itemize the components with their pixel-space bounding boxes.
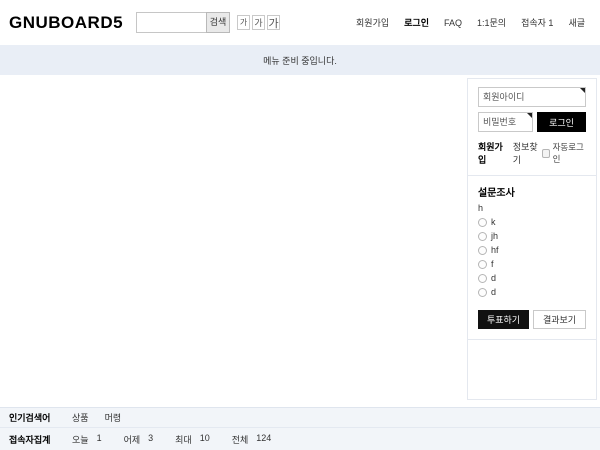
poll-question: h (478, 203, 586, 213)
popular-keyword-link[interactable]: 머령 (105, 411, 122, 424)
font-size-small-button[interactable]: 가 (237, 15, 250, 30)
search-input[interactable] (136, 12, 206, 33)
poll-option[interactable]: f (478, 259, 586, 269)
auto-login-group: 자동로그인 (542, 141, 586, 165)
stat-name: 오늘 (72, 433, 89, 446)
radio-icon[interactable] (478, 260, 487, 269)
member-id-input[interactable] (478, 87, 586, 107)
page: GNUBOARD5 검색 가 가 가 회원가입 로그인 FAQ 1:1문의 접속… (0, 0, 600, 450)
visitor-stat-max: 최대 10 (175, 433, 210, 446)
visitor-stat-today: 오늘 1 (72, 433, 102, 446)
member-id-wrap (478, 87, 586, 107)
password-wrap (478, 112, 533, 132)
vote-button[interactable]: 투표하기 (478, 310, 529, 329)
popular-keywords-row: 인기검색어 상품 머령 (0, 407, 600, 427)
menu-notice-bar: 메뉴 준비 중입니다. (0, 45, 600, 75)
font-size-large-button[interactable]: 가 (267, 15, 280, 30)
nav-inquiry-link[interactable]: 1:1문의 (477, 16, 506, 29)
poll-options: k jh hf f d (478, 217, 586, 297)
poll-box: 설문조사 h k jh hf (468, 175, 596, 339)
poll-option-label: k (491, 217, 496, 227)
top-nav: 회원가입 로그인 FAQ 1:1문의 접속자 1 새글 (356, 16, 591, 29)
auto-login-label: 자동로그인 (553, 141, 586, 165)
radio-icon[interactable] (478, 274, 487, 283)
search-group: 검색 (136, 12, 230, 33)
main-area: 로그인 회원가입 정보찾기 자동로그인 설문조사 h (0, 75, 600, 407)
visitor-stat-yesterday: 어제 3 (124, 433, 154, 446)
poll-buttons-row: 투표하기 결과보기 (478, 310, 586, 329)
stat-name: 최대 (175, 433, 192, 446)
required-marker-icon (527, 113, 532, 118)
stat-value: 10 (200, 433, 210, 446)
stat-value: 1 (97, 433, 102, 446)
poll-option-label: f (491, 259, 494, 269)
nav-visitors-link[interactable]: 접속자 1 (521, 16, 553, 29)
password-input[interactable] (478, 112, 533, 132)
main-content-empty (0, 75, 467, 407)
visitor-stats-list: 오늘 1 어제 3 최대 10 전체 124 (72, 433, 271, 446)
stat-name: 어제 (124, 433, 141, 446)
poll-option[interactable]: k (478, 217, 586, 227)
visitor-stats-label: 접속자집계 (9, 433, 72, 446)
poll-option[interactable]: hf (478, 245, 586, 255)
sidebar: 로그인 회원가입 정보찾기 자동로그인 설문조사 h (467, 78, 597, 400)
radio-icon[interactable] (478, 232, 487, 241)
poll-option-label: d (491, 273, 496, 283)
required-marker-icon (580, 88, 585, 93)
menu-notice-text: 메뉴 준비 중입니다. (263, 54, 337, 67)
poll-option[interactable]: jh (478, 231, 586, 241)
poll-result-button[interactable]: 결과보기 (533, 310, 586, 329)
login-links-row: 회원가입 정보찾기 자동로그인 (478, 140, 586, 166)
poll-title: 설문조사 (478, 184, 586, 199)
popular-keyword-link[interactable]: 상품 (72, 411, 89, 424)
nav-login-link[interactable]: 로그인 (404, 16, 429, 29)
nav-faq-link[interactable]: FAQ (444, 18, 462, 28)
sidebar-empty-box (468, 339, 596, 399)
radio-icon[interactable] (478, 288, 487, 297)
font-size-controls: 가 가 가 (237, 15, 280, 30)
stat-value: 3 (148, 433, 153, 446)
login-button[interactable]: 로그인 (537, 112, 586, 132)
poll-option-label: jh (491, 231, 498, 241)
password-row: 로그인 (478, 112, 586, 132)
nav-new-posts-link[interactable]: 새글 (568, 16, 585, 29)
popular-keywords-label: 인기검색어 (9, 411, 72, 424)
stat-value: 124 (256, 433, 271, 446)
visitor-stats-row: 접속자집계 오늘 1 어제 3 최대 10 전체 124 (0, 427, 600, 450)
poll-option-label: d (491, 287, 496, 297)
auto-login-checkbox[interactable] (542, 149, 550, 158)
font-size-medium-button[interactable]: 가 (252, 15, 265, 30)
header: GNUBOARD5 검색 가 가 가 회원가입 로그인 FAQ 1:1문의 접속… (0, 0, 600, 45)
poll-option-label: hf (491, 245, 499, 255)
poll-option[interactable]: d (478, 287, 586, 297)
radio-icon[interactable] (478, 246, 487, 255)
signup-link[interactable]: 회원가입 (478, 140, 507, 166)
find-info-link[interactable]: 정보찾기 (513, 140, 542, 166)
poll-option[interactable]: d (478, 273, 586, 283)
search-button[interactable]: 검색 (206, 12, 230, 33)
nav-signup-link[interactable]: 회원가입 (356, 16, 389, 29)
radio-icon[interactable] (478, 218, 487, 227)
stat-name: 전체 (232, 433, 249, 446)
popular-keywords-list: 상품 머령 (72, 411, 121, 424)
visitor-stat-total: 전체 124 (232, 433, 272, 446)
site-logo[interactable]: GNUBOARD5 (9, 13, 123, 33)
login-box: 로그인 회원가입 정보찾기 자동로그인 (468, 79, 596, 175)
